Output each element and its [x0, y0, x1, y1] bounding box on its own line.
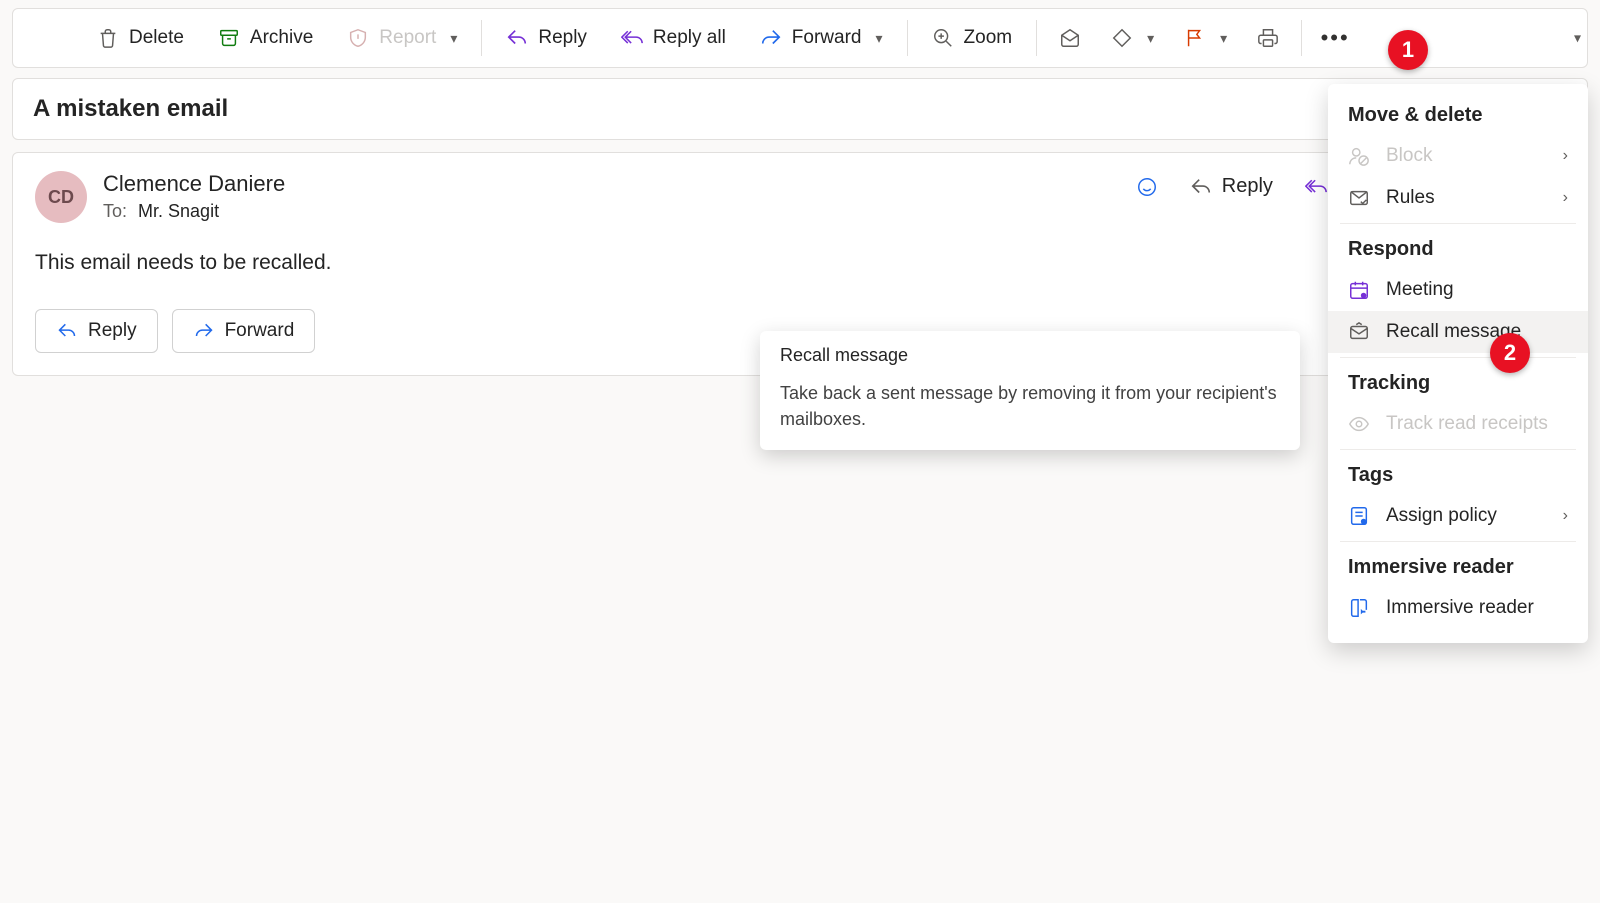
recall-envelope-icon — [1348, 321, 1370, 343]
menu-item-rules-label: Rules — [1386, 187, 1435, 209]
reply-label: Reply — [538, 27, 587, 49]
forward-arrow-icon — [193, 320, 215, 342]
mark-read-button[interactable] — [1045, 16, 1095, 60]
menu-separator — [1340, 541, 1576, 542]
eye-icon — [1348, 413, 1370, 435]
react-button[interactable] — [1126, 172, 1168, 202]
chevron-down-icon: ▾ — [875, 30, 882, 47]
trash-icon — [97, 27, 119, 49]
menu-section-tags: Tags — [1328, 454, 1588, 495]
toolbar-divider — [907, 20, 908, 56]
main-toolbar: Delete Archive Report ▾ Reply Reply all … — [12, 8, 1588, 68]
menu-separator — [1340, 223, 1576, 224]
ellipsis-icon: ••• — [1324, 27, 1346, 49]
chevron-down-icon: ▾ — [1147, 30, 1154, 47]
footer-forward-label: Forward — [225, 320, 295, 342]
sender-name: Clemence Daniere — [103, 171, 285, 197]
flag-button[interactable]: ▾ — [1170, 16, 1241, 60]
menu-section-immersive: Immersive reader — [1328, 546, 1588, 587]
tooltip-body: Take back a sent message by removing it … — [780, 380, 1280, 432]
recipient-line: To: Mr. Snagit — [103, 201, 285, 222]
toolbar-divider — [1301, 20, 1302, 56]
policy-icon — [1348, 505, 1370, 527]
reply-all-arrow-icon — [1305, 176, 1327, 198]
rules-icon — [1348, 187, 1370, 209]
chevron-down-icon: ▾ — [1220, 30, 1227, 47]
reply-all-arrow-icon — [621, 27, 643, 49]
zoom-button[interactable]: Zoom — [916, 16, 1029, 60]
zoom-label: Zoom — [964, 27, 1013, 49]
print-button[interactable] — [1243, 16, 1293, 60]
to-label: To: — [103, 201, 127, 221]
categorize-button[interactable]: ▾ — [1097, 16, 1168, 60]
archive-button[interactable]: Archive — [202, 16, 329, 60]
forward-label: Forward — [792, 27, 862, 49]
menu-item-immersive-reader[interactable]: Immersive reader — [1328, 587, 1588, 629]
menu-item-track-receipts: Track read receipts — [1328, 403, 1588, 445]
book-speaker-icon — [1348, 597, 1370, 619]
zoom-in-icon — [932, 27, 954, 49]
reply-button[interactable]: Reply — [490, 16, 603, 60]
chevron-down-icon: ▾ — [450, 30, 457, 47]
recall-tooltip: Recall message Take back a sent message … — [760, 331, 1300, 450]
recipient-name: Mr. Snagit — [138, 201, 219, 221]
calendar-meeting-icon — [1348, 279, 1370, 301]
sender-block: Clemence Daniere To: Mr. Snagit — [103, 171, 285, 222]
flag-icon — [1184, 27, 1206, 49]
report-button[interactable]: Report ▾ — [331, 16, 473, 60]
archive-label: Archive — [250, 27, 313, 49]
chevron-right-icon: › — [1563, 189, 1568, 207]
more-actions-button[interactable]: ••• — [1310, 16, 1360, 60]
reply-arrow-icon — [1190, 176, 1212, 198]
report-label: Report — [379, 27, 436, 49]
forward-arrow-icon — [760, 27, 782, 49]
tag-icon — [1111, 27, 1133, 49]
more-actions-menu: Move & delete Block › Rules › Respond Me… — [1328, 84, 1588, 643]
menu-separator — [1340, 449, 1576, 450]
annotation-badge-1: 1 — [1388, 30, 1428, 70]
printer-icon — [1257, 27, 1279, 49]
header-reply-label: Reply — [1222, 175, 1273, 198]
footer-reply-button[interactable]: Reply — [35, 309, 158, 353]
archive-icon — [218, 27, 240, 49]
menu-item-recall-message[interactable]: Recall message — [1328, 311, 1588, 353]
reply-all-button[interactable]: Reply all — [605, 16, 742, 60]
menu-item-assign-policy[interactable]: Assign policy › — [1328, 495, 1588, 537]
menu-item-immersive-label: Immersive reader — [1386, 597, 1534, 619]
delete-button[interactable]: Delete — [81, 16, 200, 60]
chevron-right-icon: › — [1563, 147, 1568, 165]
menu-section-move-delete: Move & delete — [1328, 94, 1588, 135]
menu-item-block: Block › — [1328, 135, 1588, 177]
footer-reply-label: Reply — [88, 320, 137, 342]
reply-arrow-icon — [506, 27, 528, 49]
menu-item-track-label: Track read receipts — [1386, 413, 1548, 435]
menu-item-meeting[interactable]: Meeting — [1328, 269, 1588, 311]
shield-alert-icon — [347, 27, 369, 49]
menu-section-tracking: Tracking — [1328, 362, 1588, 403]
block-person-icon — [1348, 145, 1370, 167]
forward-button[interactable]: Forward ▾ — [744, 16, 899, 60]
tooltip-title: Recall message — [780, 345, 1280, 366]
toolbar-divider — [1036, 20, 1037, 56]
reply-arrow-icon — [56, 320, 78, 342]
chevron-right-icon: › — [1563, 507, 1568, 525]
annotation-badge-2: 2 — [1490, 333, 1530, 373]
smile-icon — [1136, 176, 1158, 198]
reply-all-label: Reply all — [653, 27, 726, 49]
footer-forward-button[interactable]: Forward — [172, 309, 316, 353]
ribbon-chevron-down-icon[interactable]: ▾ — [1574, 30, 1581, 47]
menu-section-respond: Respond — [1328, 228, 1588, 269]
menu-separator — [1340, 357, 1576, 358]
menu-item-meeting-label: Meeting — [1386, 279, 1454, 301]
menu-item-block-label: Block — [1386, 145, 1432, 167]
delete-label: Delete — [129, 27, 184, 49]
sender-avatar[interactable]: CD — [35, 171, 87, 223]
header-reply-button[interactable]: Reply — [1180, 171, 1283, 202]
menu-item-rules[interactable]: Rules › — [1328, 177, 1588, 219]
envelope-open-icon — [1059, 27, 1081, 49]
menu-item-assign-policy-label: Assign policy — [1386, 505, 1497, 527]
toolbar-divider — [481, 20, 482, 56]
